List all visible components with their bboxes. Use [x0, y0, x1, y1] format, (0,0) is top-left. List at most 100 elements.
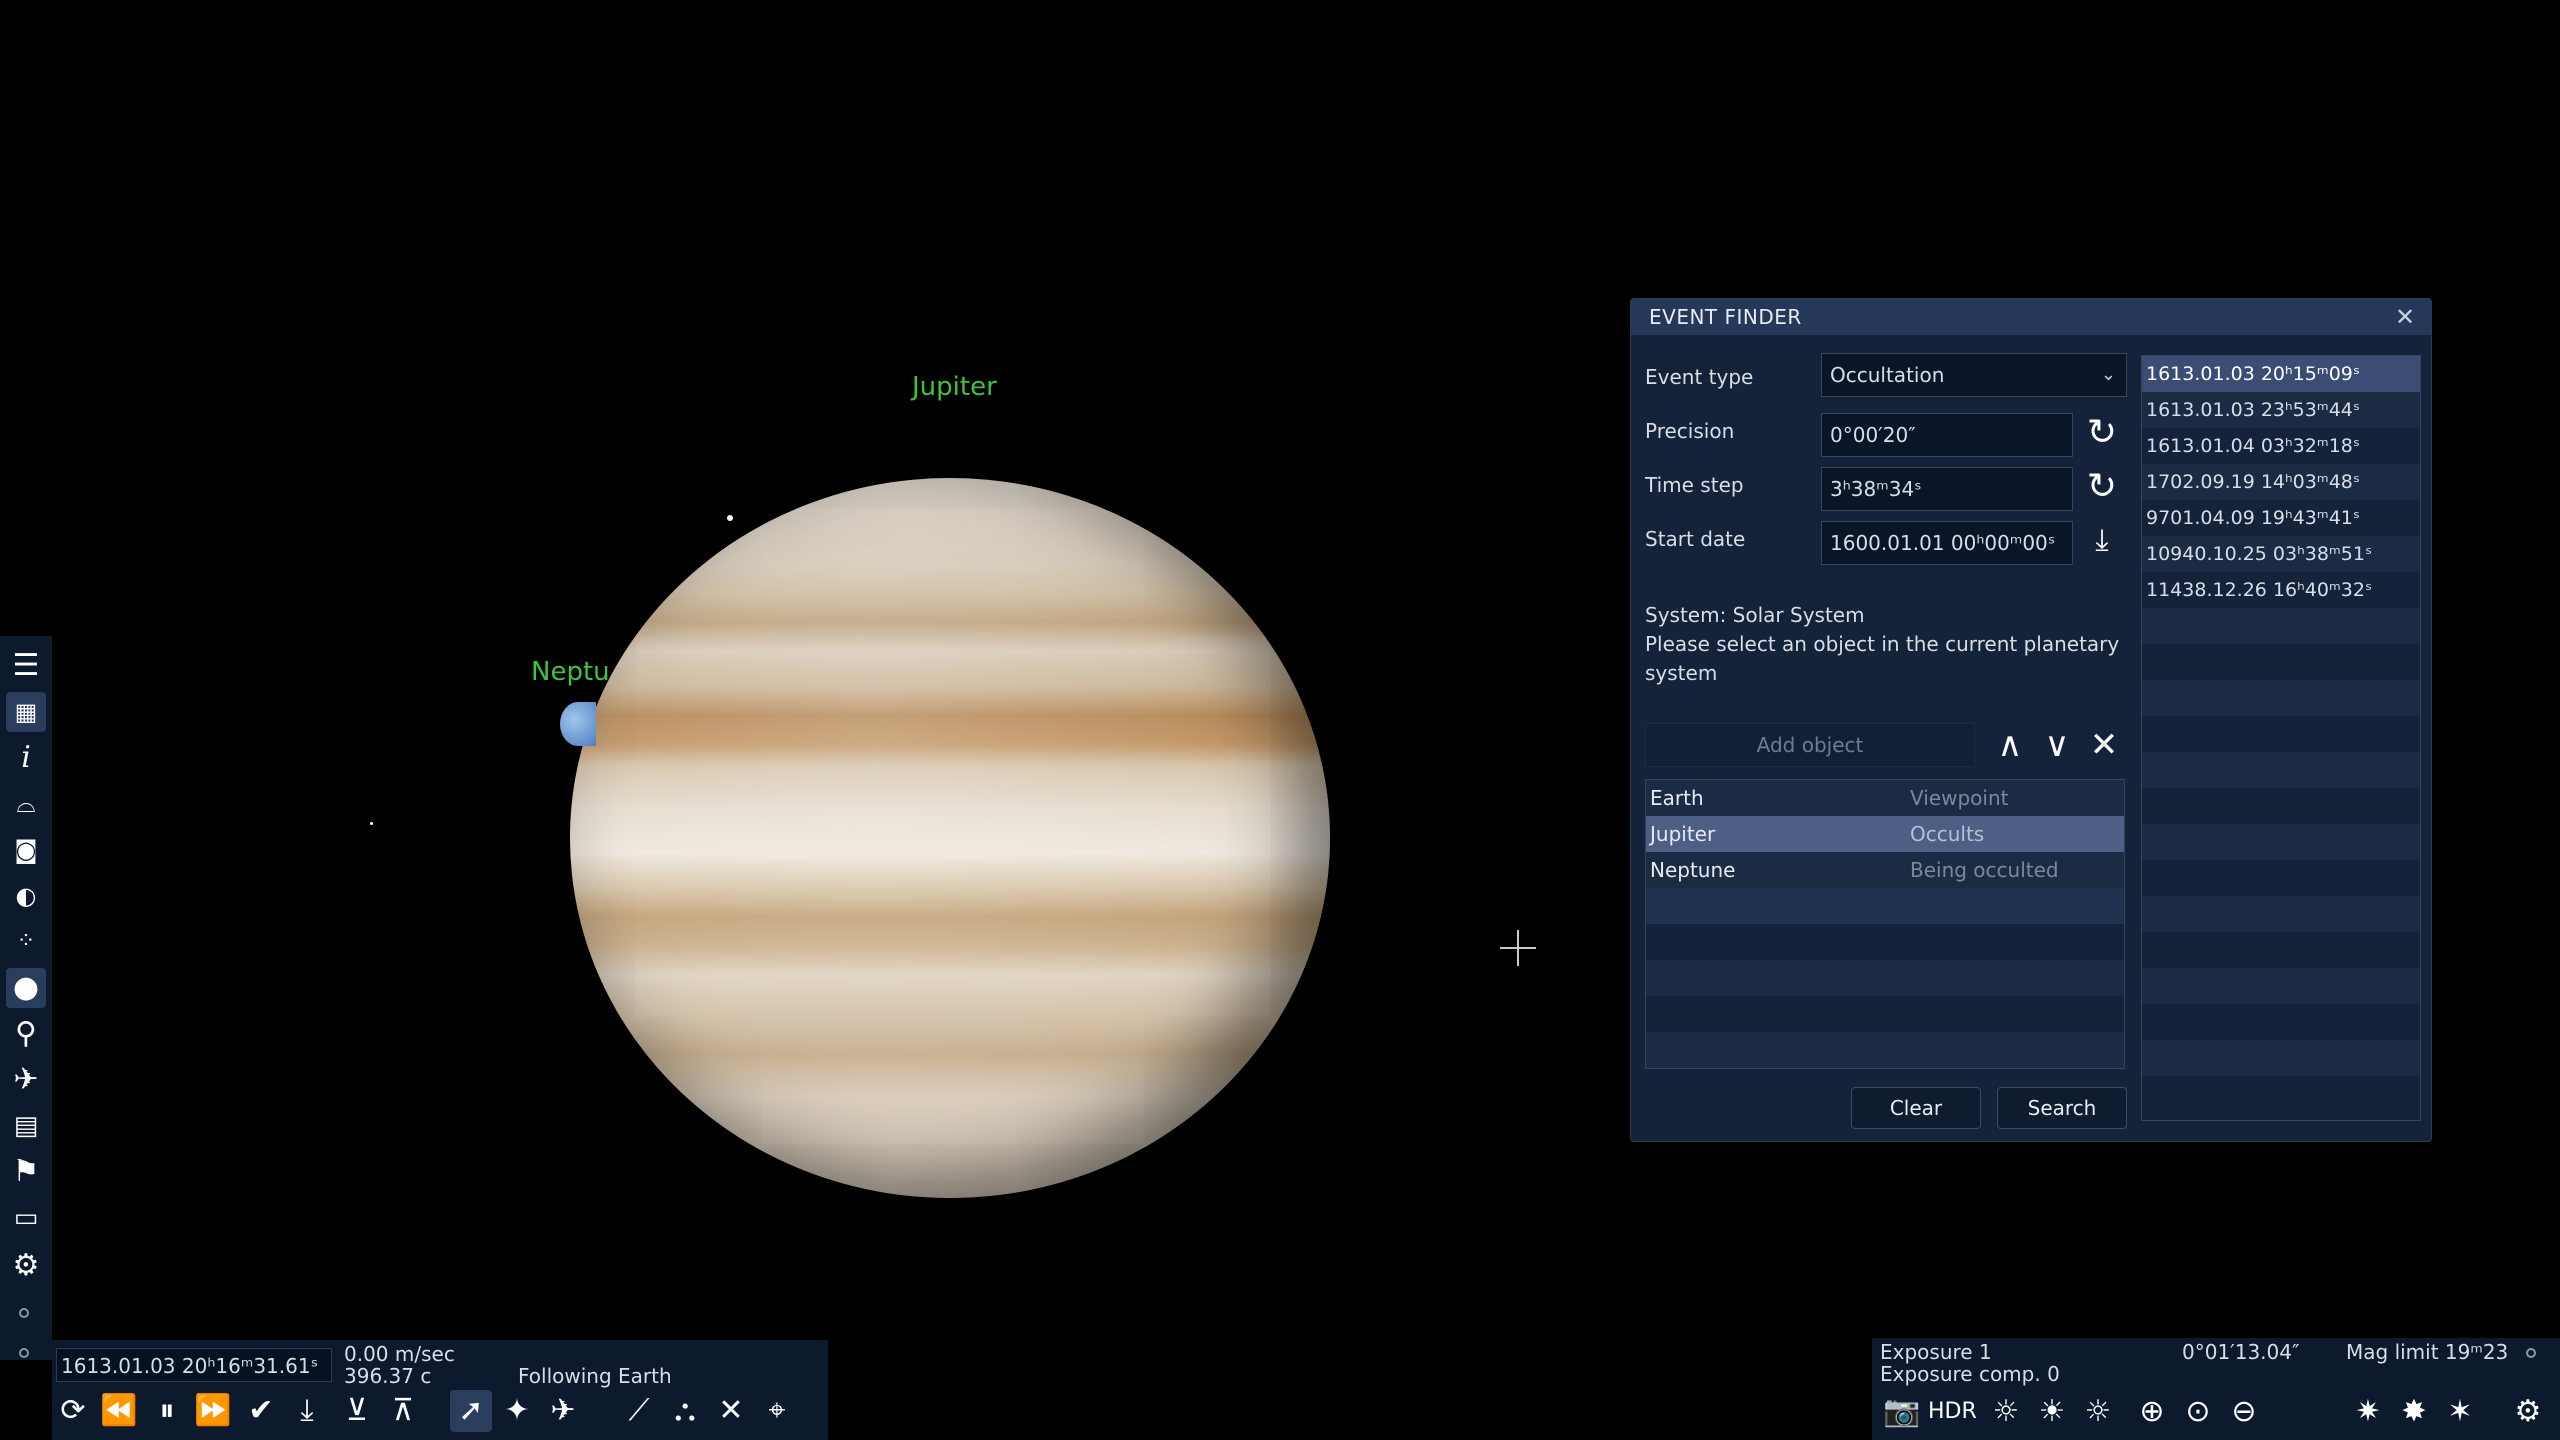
hdr-button[interactable]: HDR — [1928, 1390, 1977, 1434]
search-button[interactable]: Search — [1997, 1087, 2127, 1129]
list-item[interactable] — [2142, 896, 2420, 932]
landing-icon[interactable]: ⛬ — [664, 1390, 706, 1432]
menu-icon[interactable]: ☰ — [6, 646, 46, 686]
go-to-planet-icon[interactable]: ⤓ — [286, 1390, 328, 1432]
neptune-planet[interactable] — [560, 702, 596, 746]
event-type-select[interactable]: Occultation ⌄ — [1821, 353, 2127, 397]
pause-icon[interactable]: ⏸ — [146, 1390, 188, 1432]
pin-dot-icon[interactable] — [19, 1308, 29, 1318]
list-item[interactable] — [2142, 716, 2420, 752]
table-row[interactable]: Neptune Being occulted — [1646, 852, 2124, 888]
table-row[interactable] — [1646, 1032, 2124, 1068]
table-row[interactable]: Earth Viewpoint — [1646, 780, 2124, 816]
event-finder-icon[interactable]: ▦ — [6, 692, 46, 732]
table-row[interactable] — [1646, 888, 2124, 924]
list-item[interactable] — [2142, 968, 2420, 1004]
solar-system-icon[interactable]: ◐ — [6, 876, 46, 916]
brightness-reset-icon[interactable]: ☀ — [2030, 1390, 2074, 1434]
list-item[interactable] — [2142, 788, 2420, 824]
list-item[interactable] — [2142, 1040, 2420, 1076]
gear-icon[interactable]: ⚙ — [6, 1246, 46, 1286]
plane-icon[interactable]: ✈ — [542, 1390, 584, 1432]
star-bright-icon[interactable]: ✶ — [2438, 1390, 2482, 1434]
clear-button[interactable]: Clear — [1851, 1087, 1981, 1129]
ascend-icon[interactable]: ⊼ — [382, 1390, 424, 1432]
table-row[interactable] — [1646, 924, 2124, 960]
list-item[interactable] — [2142, 752, 2420, 788]
settings-gear-icon[interactable]: ⚙ — [2506, 1390, 2550, 1434]
fast-forward-icon[interactable]: ⏩ — [192, 1390, 234, 1432]
list-item[interactable] — [2142, 680, 2420, 716]
brightness-down-icon[interactable]: ☼ — [1984, 1390, 2028, 1434]
list-item[interactable]: 1702.09.19 14ʰ03ᵐ48ˢ — [2142, 464, 2420, 500]
system-name: System: Solar System — [1645, 603, 1865, 627]
add-object-input[interactable]: Add object — [1645, 723, 1975, 767]
table-row[interactable] — [1646, 960, 2124, 996]
star-reset-icon[interactable]: ✸ — [2392, 1390, 2436, 1434]
list-item[interactable]: 1613.01.03 23ʰ53ᵐ44ˢ — [2142, 392, 2420, 428]
zoom-reset-icon[interactable]: ⊙ — [2176, 1390, 2220, 1434]
speed-readout: 0.00 m/sec — [344, 1342, 455, 1366]
close-icon[interactable]: ✕ — [2389, 301, 2421, 333]
list-item[interactable]: 10940.10.25 03ʰ38ᵐ51ˢ — [2142, 536, 2420, 572]
table-row[interactable]: Jupiter Occults — [1646, 816, 2124, 852]
select-cursor-icon[interactable]: ➚ — [450, 1390, 492, 1432]
move-down-icon[interactable]: ∨ — [2036, 723, 2078, 767]
list-item[interactable]: 1613.01.04 03ʰ32ᵐ18ˢ — [2142, 428, 2420, 464]
jupiter-label[interactable]: Jupiter — [912, 372, 997, 402]
info-icon[interactable]: i — [6, 738, 46, 778]
list-item[interactable]: 11438.12.26 16ʰ40ᵐ32ˢ — [2142, 572, 2420, 608]
list-item[interactable] — [2142, 860, 2420, 896]
zoom-out-icon[interactable]: ⊖ — [2222, 1390, 2266, 1434]
precision-input[interactable]: 0°00′20″ — [1821, 413, 2073, 457]
table-row[interactable] — [1646, 996, 2124, 1032]
check-icon[interactable]: ✔ — [240, 1390, 282, 1432]
stars-icon[interactable]: ⁘ — [6, 922, 46, 962]
reset-precision-icon[interactable]: ↻ — [2080, 411, 2124, 455]
set-current-date-icon[interactable]: ⤓ — [2080, 519, 2124, 563]
list-item[interactable] — [2142, 824, 2420, 860]
object-name: Jupiter — [1650, 822, 1716, 846]
time-step-input[interactable]: 3ʰ38ᵐ34ˢ — [1821, 467, 2073, 511]
list-item[interactable]: 1613.01.03 20ʰ15ᵐ09ˢ — [2142, 356, 2420, 392]
pin-dot-icon[interactable] — [2526, 1348, 2536, 1358]
flag-icon[interactable]: ⚑ — [6, 1152, 46, 1192]
list-item[interactable]: 9701.04.09 19ʰ43ᵐ41ˢ — [2142, 500, 2420, 536]
move-up-icon[interactable]: ∧ — [1989, 723, 2031, 767]
zoom-in-icon[interactable]: ⊕ — [2130, 1390, 2174, 1434]
precision-label: Precision — [1645, 419, 1735, 443]
telescope-icon[interactable]: ⟋ — [618, 1390, 660, 1432]
reset-time-step-icon[interactable]: ↻ — [2080, 465, 2124, 509]
planetarium-icon[interactable]: ⌓ — [6, 784, 46, 824]
select-object-hint: Please select an object in the current p… — [1645, 632, 2120, 685]
remove-object-icon[interactable]: ✕ — [2083, 723, 2125, 767]
list-item[interactable] — [2142, 644, 2420, 680]
results-list: 1613.01.03 20ʰ15ᵐ09ˢ 1613.01.03 23ʰ53ᵐ44… — [2141, 355, 2421, 1121]
target-icon[interactable]: ⌖ — [756, 1390, 798, 1432]
sphere-icon[interactable]: ● — [6, 968, 46, 1008]
neptune-label[interactable]: Neptu — [531, 657, 610, 687]
window-title[interactable]: EVENT FINDER — [1631, 299, 2431, 335]
list-item[interactable] — [2142, 932, 2420, 968]
start-date-input[interactable]: 1600.01.01 00ʰ00ᵐ00ˢ — [1821, 521, 2073, 565]
brightness-up-icon[interactable]: ☼ — [2076, 1390, 2120, 1434]
current-time-field[interactable]: 1613.01.03 20ʰ16ᵐ31.61ˢ — [56, 1348, 332, 1382]
display-icon[interactable]: ▭ — [6, 1198, 46, 1238]
sync-time-icon[interactable]: ⟳ — [52, 1390, 94, 1432]
fullscreen-icon[interactable]: ✕ — [710, 1390, 752, 1432]
search-icon[interactable]: ⚲ — [6, 1014, 46, 1054]
star-dim-icon[interactable]: ✷ — [2346, 1390, 2390, 1434]
descend-icon[interactable]: ⊻ — [336, 1390, 378, 1432]
list-icon[interactable]: ▤ — [6, 1106, 46, 1146]
time-control-panel: 1613.01.03 20ʰ16ᵐ31.61ˢ 0.00 m/sec 396.3… — [52, 1340, 828, 1440]
list-item[interactable] — [2142, 1004, 2420, 1040]
camera-icon[interactable]: 📷 — [1880, 1390, 1924, 1434]
rewind-icon[interactable]: ⏪ — [98, 1390, 140, 1432]
list-item[interactable] — [2142, 608, 2420, 644]
jupiter-planet[interactable] — [570, 478, 1330, 1198]
binoculars-icon[interactable]: ◙ — [6, 830, 46, 870]
pin-dot-icon[interactable] — [19, 1348, 29, 1358]
event-finder-window: EVENT FINDER ✕ Event type Occultation ⌄ … — [1630, 298, 2432, 1142]
spaceship-icon[interactable]: ✈ — [6, 1060, 46, 1100]
rocket-icon[interactable]: ✦ — [496, 1390, 538, 1432]
